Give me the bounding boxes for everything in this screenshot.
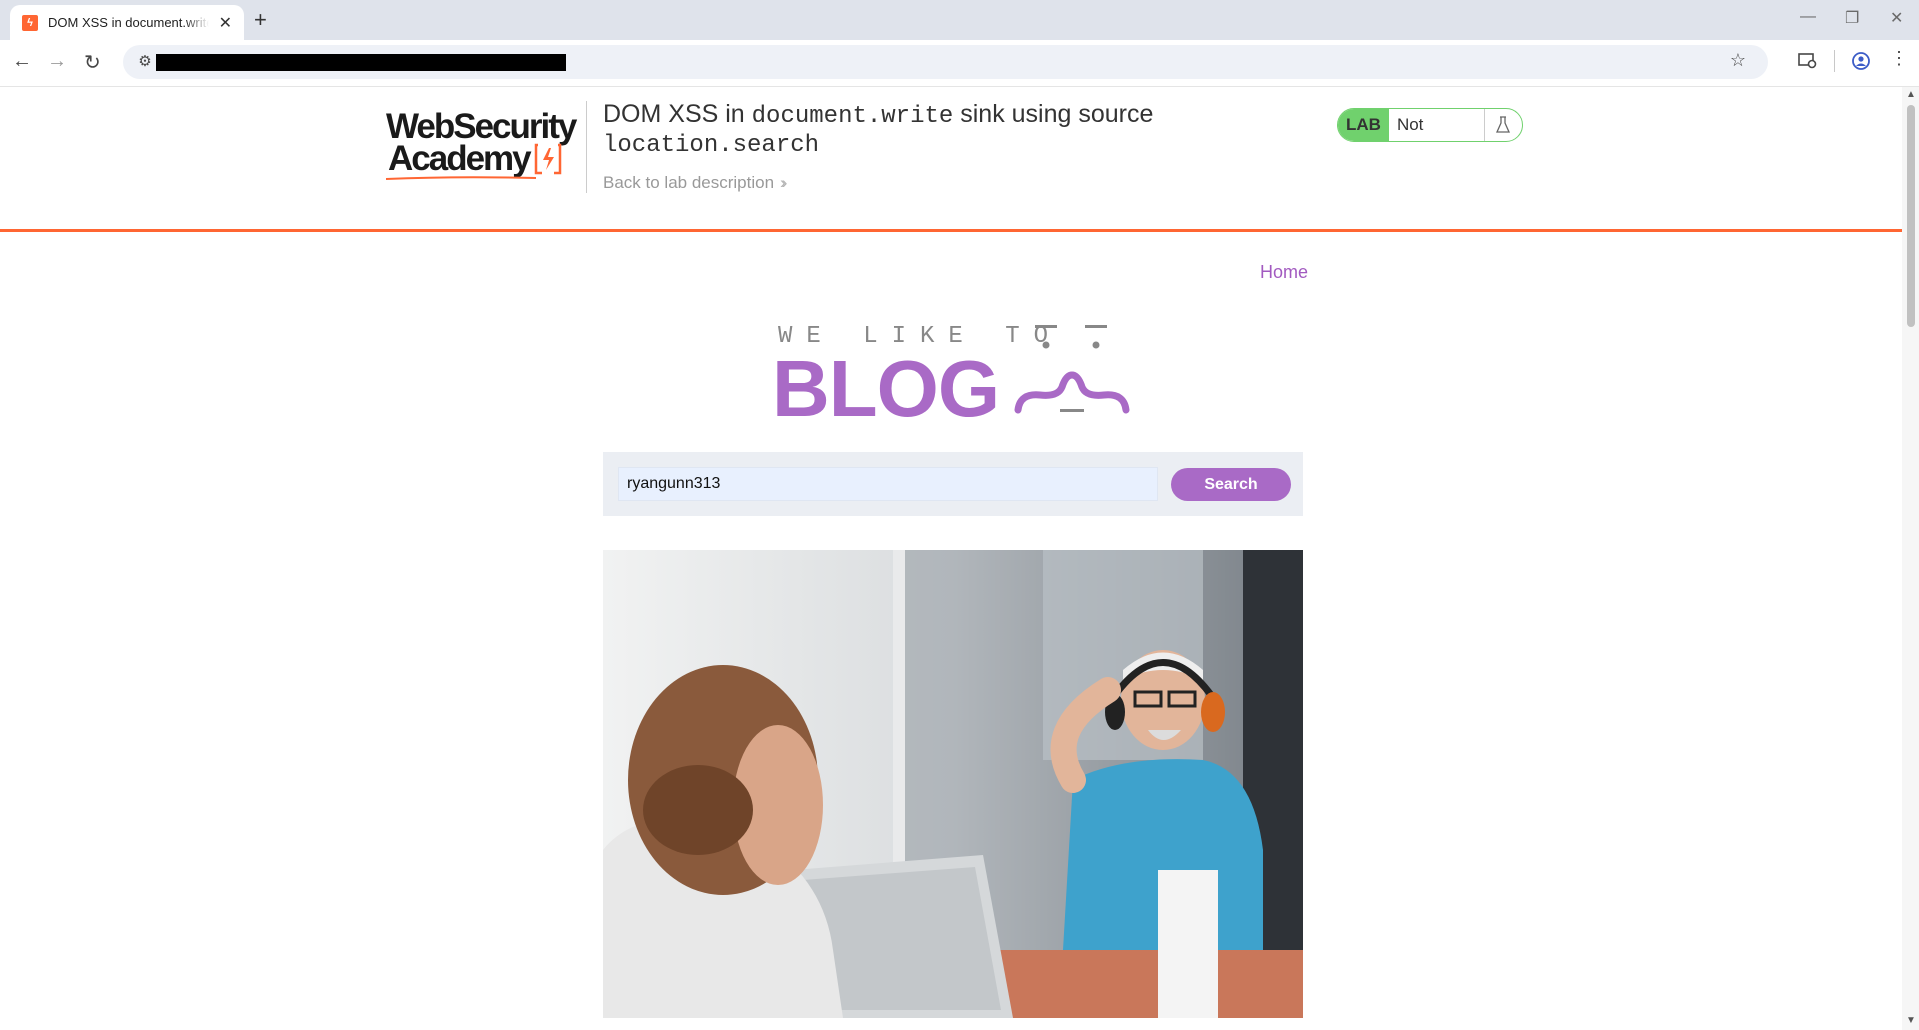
search-button[interactable]: Search [1171,468,1291,501]
minimize-icon[interactable]: — [1800,8,1816,26]
header-divider [586,101,587,193]
forward-arrow-icon[interactable]: → [47,50,67,73]
restore-icon[interactable]: ❐ [1845,8,1859,28]
browser-tab[interactable]: ϟ DOM XSS in document.write sink using s… [10,5,244,40]
browser-tab-bar: ϟ DOM XSS in document.write sink using s… [0,0,1919,40]
search-panel: Search [603,452,1303,516]
lab-header: WebSecurity Academy DOM XSS in document.… [0,87,1902,232]
toolbar-divider [1834,50,1835,72]
back-to-lab-description-link[interactable]: Back to lab description ›› [603,173,788,193]
lab-title-prefix: DOM XSS in [603,100,752,128]
web-security-academy-logo[interactable]: WebSecurity Academy [386,107,586,182]
scroll-down-arrow-icon[interactable]: ▼ [1906,1015,1916,1026]
nav-home-link[interactable]: Home [1260,262,1308,283]
profile-avatar-icon[interactable] [1852,52,1870,75]
blog-face-icon [1014,325,1130,414]
scroll-up-arrow-icon[interactable]: ▲ [1906,89,1916,100]
double-chevron-right-icon: ›› [780,173,788,192]
logo-text-line2: Academy [388,139,532,178]
hearing-test-photo [603,550,1303,1018]
flask-icon[interactable] [1483,109,1522,141]
reload-icon[interactable]: ↻ [84,50,101,75]
lab-title-middle: sink using source [953,100,1154,128]
logo-swoosh-icon [386,176,537,180]
back-arrow-icon[interactable]: ← [12,50,32,73]
media-control-icon[interactable] [1798,52,1818,75]
plus-icon[interactable]: + [254,7,267,33]
lab-title: DOM XSS in document.write sink using sou… [603,101,1163,159]
address-bar[interactable]: ⚙ ☆ [123,45,1768,79]
lab-title-code-source: location.search [603,132,820,159]
back-link-label: Back to lab description [603,173,775,192]
scroll-thumb[interactable] [1907,105,1915,327]
bookmark-star-icon[interactable]: ☆ [1730,50,1746,71]
lab-title-code-sink: document.write [751,103,954,130]
browser-toolbar: ← → ↻ ⚙ ☆ ⋮ [0,40,1919,87]
lab-badge: LAB [1338,109,1389,141]
page-scrollbar[interactable]: ▲ ▼ [1902,87,1919,1030]
kebab-menu-icon[interactable]: ⋮ [1890,48,1908,69]
lab-status-widget: LAB Not solved [1337,108,1523,142]
portswigger-favicon-icon: ϟ [22,14,38,31]
academy-bolt-icon [534,143,562,175]
url-redacted [156,54,566,71]
lab-status-text: Not solved [1396,115,1424,134]
tab-title: DOM XSS in document.write sink using sou… [48,15,209,30]
blog-logo-word: BLOG [772,344,1000,433]
blog-post-image[interactable] [603,550,1303,1018]
search-input[interactable] [618,467,1158,501]
tab-close-icon[interactable]: ✕ [219,13,232,33]
blog-logo: WE LIKE TO BLOG [770,315,1130,429]
site-info-icon[interactable]: ⚙ [135,52,155,72]
close-icon[interactable]: ✕ [1890,8,1903,28]
